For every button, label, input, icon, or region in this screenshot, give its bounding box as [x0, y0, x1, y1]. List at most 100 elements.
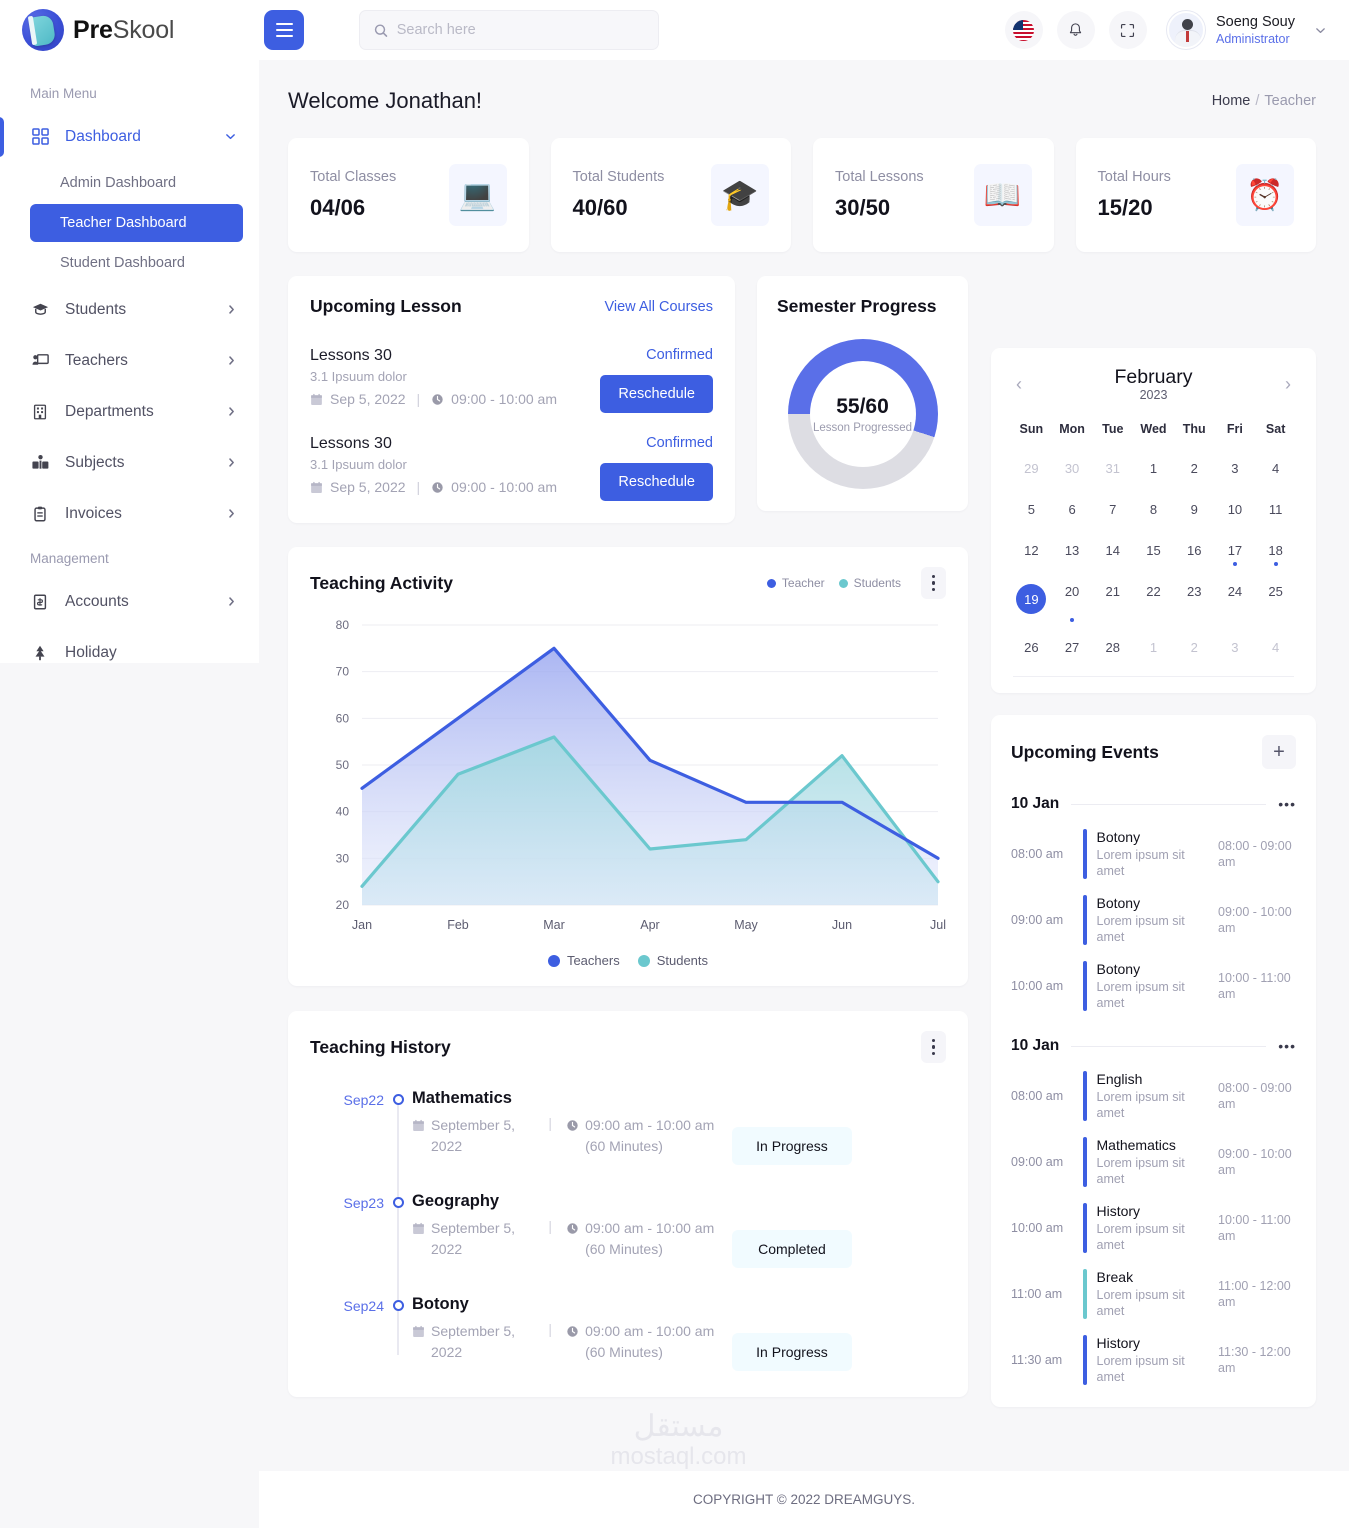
calendar-day[interactable]: 3: [1215, 448, 1256, 489]
stat-value: 40/60: [572, 195, 628, 220]
calendar-day-number: 28: [1105, 640, 1121, 655]
event-item[interactable]: 09:00 am Botony Lorem ipsum sit amet 09:00 …: [1011, 895, 1296, 945]
breadcrumb-current: Teacher: [1264, 93, 1316, 109]
event-item[interactable]: 10:00 am History Lorem ipsum sit amet 10:00…: [1011, 1203, 1296, 1253]
sidebar-item-admin-dashboard[interactable]: Admin Dashboard: [30, 164, 243, 202]
event-item[interactable]: 08:00 am English Lorem ipsum sit amet 08:00…: [1011, 1071, 1296, 1121]
calendar-prev-button[interactable]: ‹: [1011, 374, 1027, 395]
calendar-day-number: 13: [1064, 543, 1080, 558]
calendar-day[interactable]: 1: [1133, 627, 1174, 668]
calendar-day[interactable]: 18: [1255, 530, 1296, 571]
history-date-col: September 5, 2022: [412, 1321, 534, 1363]
calendar-day[interactable]: 1: [1133, 448, 1174, 489]
calendar-day[interactable]: 14: [1092, 530, 1133, 571]
calendar-day[interactable]: 21: [1092, 571, 1133, 627]
calendar-day[interactable]: 11: [1255, 489, 1296, 530]
calendar-day[interactable]: 22: [1133, 571, 1174, 627]
history-options-button[interactable]: [921, 1031, 946, 1063]
event-item[interactable]: 11:30 am History Lorem ipsum sit amet 11:30…: [1011, 1335, 1296, 1385]
event-item[interactable]: 11:00 am Break Lorem ipsum sit amet 11:00 -…: [1011, 1269, 1296, 1319]
calendar-day[interactable]: 26: [1011, 627, 1052, 668]
calendar-day[interactable]: 28: [1092, 627, 1133, 668]
clock-icon: [432, 481, 443, 493]
calendar-day[interactable]: 29: [1011, 448, 1052, 489]
calendar-day[interactable]: 16: [1174, 530, 1215, 571]
add-event-button[interactable]: +: [1262, 735, 1296, 769]
calendar-day[interactable]: 30: [1052, 448, 1093, 489]
sidebar-item-accounts[interactable]: Accounts: [0, 576, 259, 627]
sidebar-item-invoices[interactable]: Invoices: [0, 488, 259, 539]
calendar-day[interactable]: 12: [1011, 530, 1052, 571]
calendar-day[interactable]: 4: [1255, 627, 1296, 668]
event-item[interactable]: 08:00 am Botony Lorem ipsum sit amet 08:00 …: [1011, 829, 1296, 879]
event-item[interactable]: 10:00 am Botony Lorem ipsum sit amet 10:00 …: [1011, 961, 1296, 1011]
reschedule-button[interactable]: Reschedule: [600, 375, 713, 413]
calendar-day[interactable]: 2: [1174, 627, 1215, 668]
sidebar-item-students[interactable]: Students: [0, 284, 259, 335]
language-button[interactable]: [1004, 11, 1043, 49]
calendar-day[interactable]: 10: [1215, 489, 1256, 530]
chart-options-button[interactable]: [921, 567, 946, 599]
calendar-day[interactable]: 6: [1052, 489, 1093, 530]
calendar-next-button[interactable]: ›: [1280, 374, 1296, 395]
calendar-day-number: 7: [1109, 502, 1117, 517]
history-meta: September 5, 2022 | 09:00 am - 10:00 am …: [412, 1321, 852, 1371]
calendar-day[interactable]: 27: [1052, 627, 1093, 668]
calendar-day[interactable]: 8: [1133, 489, 1174, 530]
reschedule-button[interactable]: Reschedule: [600, 463, 713, 501]
svg-text:Mar: Mar: [543, 918, 565, 932]
sidebar-item-teacher-dashboard[interactable]: Teacher Dashboard: [30, 204, 243, 242]
calendar-day[interactable]: 7: [1092, 489, 1133, 530]
calendar-day[interactable]: 3: [1215, 627, 1256, 668]
calendar-day[interactable]: 19: [1011, 571, 1052, 627]
calendar-day-number: 12: [1024, 543, 1039, 558]
search-container[interactable]: [359, 10, 659, 50]
sidebar-item-dashboard[interactable]: Dashboard: [0, 111, 259, 162]
calendar-year: 2023: [1139, 388, 1168, 402]
event-description: Lorem ipsum sit amet: [1096, 980, 1185, 1010]
stat-value: 30/50: [835, 195, 891, 220]
sidebar-item-subjects[interactable]: Subjects: [0, 437, 259, 488]
events-group-options-button[interactable]: •••: [1278, 1038, 1296, 1054]
sidebar-item-departments[interactable]: Departments: [0, 386, 259, 437]
breadcrumb-home[interactable]: Home: [1212, 93, 1251, 109]
stat-value: 04/06: [310, 195, 366, 220]
status-badge: Confirmed: [646, 347, 713, 363]
app-logo[interactable]: PreSkool: [0, 0, 259, 60]
stat-title: Total Hours: [1097, 169, 1171, 185]
calendar-day[interactable]: 9: [1174, 489, 1215, 530]
sidebar-item-student-dashboard[interactable]: Student Dashboard: [30, 244, 243, 282]
calendar-day[interactable]: 15: [1133, 530, 1174, 571]
calendar-grid: Sun Mon Tue Wed Thu Fri Sat 29 30 31 1 2 3 4 5 6 7 8 9 10 11…: [1011, 416, 1296, 668]
sidebar-item-holiday[interactable]: Holiday: [0, 627, 259, 663]
calendar-day[interactable]: 23: [1174, 571, 1215, 627]
svg-text:Feb: Feb: [447, 918, 469, 932]
profile-menu[interactable]: Soeng Souy Administrator: [1166, 11, 1327, 49]
events-group-options-button[interactable]: •••: [1278, 796, 1296, 812]
laptop-icon: 💻: [448, 164, 507, 226]
chevron-right-icon: [226, 304, 237, 315]
calendar-day[interactable]: 5: [1011, 489, 1052, 530]
calendar-day[interactable]: 24: [1215, 571, 1256, 627]
calendar-day-number: 9: [1190, 502, 1198, 517]
preskool-logo-icon: [22, 9, 64, 51]
calendar-day[interactable]: 4: [1255, 448, 1296, 489]
calendar-day[interactable]: 20: [1052, 571, 1093, 627]
calendar-day[interactable]: 2: [1174, 448, 1215, 489]
history-time-col: 09:00 am - 10:00 am (60 Minutes): [566, 1321, 732, 1363]
sidebar-toggle-button[interactable]: [264, 10, 304, 50]
calendar-day[interactable]: 31: [1092, 448, 1133, 489]
event-item[interactable]: 09:00 am Mathematics Lorem ipsum sit amet 0…: [1011, 1137, 1296, 1187]
sidebar-item-label: Students: [65, 300, 127, 318]
calendar-day[interactable]: 13: [1052, 530, 1093, 571]
fullscreen-button[interactable]: [1108, 11, 1147, 49]
calendar-day[interactable]: 25: [1255, 571, 1296, 627]
calendar-day-number: 3: [1231, 640, 1239, 655]
sidebar-item-teachers[interactable]: Teachers: [0, 335, 259, 386]
notifications-button[interactable]: [1056, 11, 1095, 49]
svg-text:50: 50: [336, 758, 350, 772]
calendar-day[interactable]: 17: [1215, 530, 1256, 571]
search-input[interactable]: [396, 22, 644, 38]
stat-card-total-lessons: Total Lessons 30/50 📖: [813, 138, 1054, 252]
view-all-courses-link[interactable]: View All Courses: [604, 299, 713, 315]
